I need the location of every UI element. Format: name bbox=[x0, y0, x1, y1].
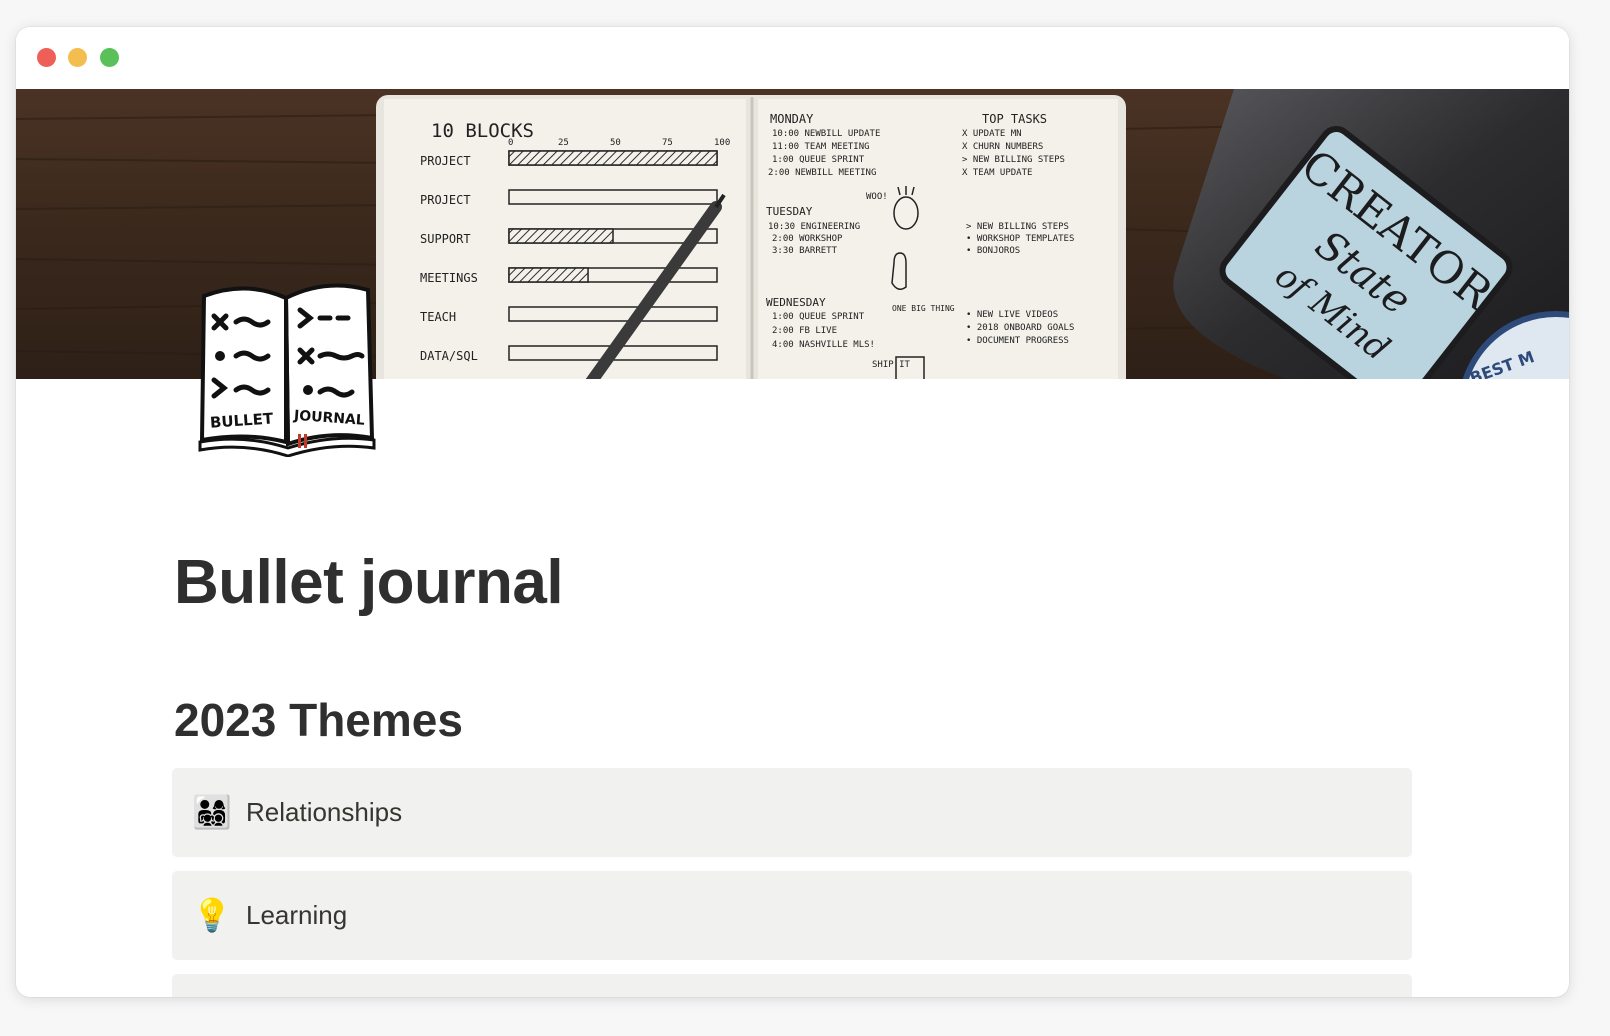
svg-text:50: 50 bbox=[610, 138, 621, 148]
minimize-window-button[interactable] bbox=[68, 48, 87, 67]
notebook-row-bar bbox=[508, 306, 718, 322]
notebook-row-bar bbox=[508, 189, 718, 205]
svg-text:1:00 QUEUE SPRINT: 1:00 QUEUE SPRINT bbox=[772, 155, 865, 165]
svg-text:X TEAM UPDATE: X TEAM UPDATE bbox=[962, 168, 1032, 178]
svg-text:• 2018 ONBOARD GOALS: • 2018 ONBOARD GOALS bbox=[966, 323, 1074, 333]
light-bulb-icon: 💡 bbox=[192, 896, 232, 934]
notebook-row-label: PROJECT bbox=[420, 154, 471, 168]
notebook-row-fill bbox=[508, 228, 614, 244]
svg-text:> NEW BILLING STEPS: > NEW BILLING STEPS bbox=[962, 155, 1065, 165]
notebook-row-label: PROJECT bbox=[420, 193, 471, 207]
theme-card-label: Learning bbox=[246, 900, 348, 930]
svg-text:2:00 FB LIVE: 2:00 FB LIVE bbox=[772, 326, 837, 336]
page-icon[interactable]: BULLET JOURNAL bbox=[196, 272, 378, 458]
section-heading[interactable]: 2023 Themes bbox=[174, 693, 463, 747]
svg-text:1:00 QUEUE SPRINT: 1:00 QUEUE SPRINT bbox=[772, 312, 865, 322]
svg-text:0: 0 bbox=[508, 138, 513, 148]
svg-text:TOP TASKS: TOP TASKS bbox=[982, 112, 1047, 126]
close-window-button[interactable] bbox=[37, 48, 56, 67]
svg-text:ONE BIG THING: ONE BIG THING bbox=[892, 304, 955, 313]
svg-text:100: 100 bbox=[714, 138, 730, 148]
svg-text:75: 75 bbox=[662, 138, 673, 148]
notebook-row-label: DATA/SQL bbox=[420, 349, 478, 363]
svg-text:• DOCUMENT PROGRESS: • DOCUMENT PROGRESS bbox=[966, 336, 1069, 346]
notebook-row-fill bbox=[508, 267, 589, 283]
zoom-window-button[interactable] bbox=[100, 48, 119, 67]
family-icon: 👨‍👩‍👧‍👦 bbox=[192, 793, 232, 831]
notebook-heading: 10 BLOCKS bbox=[431, 120, 534, 142]
bullet-journal-icon: BULLET JOURNAL bbox=[198, 283, 376, 458]
svg-text:10:00 NEWBILL UPDATE: 10:00 NEWBILL UPDATE bbox=[772, 129, 880, 139]
svg-text:> NEW BILLING STEPS: > NEW BILLING STEPS bbox=[966, 222, 1069, 232]
svg-text:2:00 NEWBILL MEETING: 2:00 NEWBILL MEETING bbox=[768, 168, 876, 178]
svg-text:• BONJOROS: • BONJOROS bbox=[966, 246, 1020, 256]
svg-text:11:00 TEAM MEETING: 11:00 TEAM MEETING bbox=[772, 142, 870, 152]
svg-text:4:00 NASHVILLE MLS!: 4:00 NASHVILLE MLS! bbox=[772, 340, 875, 350]
svg-text:2:00 WORKSHOP: 2:00 WORKSHOP bbox=[772, 234, 843, 244]
svg-text:X CHURN NUMBERS: X CHURN NUMBERS bbox=[962, 142, 1043, 152]
notebook-photo: 10 BLOCKS 0 25 50 75 100 PROJECT PROJECT S… bbox=[376, 95, 1126, 379]
notebook-row-label: TEACH bbox=[420, 310, 456, 324]
svg-text:WOO!: WOO! bbox=[866, 192, 888, 202]
theme-card-label: Relationships bbox=[246, 797, 403, 827]
notebook-row-fill bbox=[508, 150, 718, 166]
app-window: 10 BLOCKS 0 25 50 75 100 PROJECT PROJECT S… bbox=[16, 27, 1569, 997]
laptop-photo: CREATOR State of Mind BEST M bbox=[1173, 89, 1569, 379]
window-titlebar bbox=[16, 27, 1569, 89]
svg-text:X UPDATE MN: X UPDATE MN bbox=[962, 129, 1022, 139]
svg-text:WEDNESDAY: WEDNESDAY bbox=[766, 296, 826, 309]
svg-text:10:30 ENGINEERING: 10:30 ENGINEERING bbox=[768, 222, 860, 232]
svg-text:3:30 BARRETT: 3:30 BARRETT bbox=[772, 246, 838, 256]
theme-card-partial[interactable] bbox=[172, 974, 1412, 997]
svg-text:TUESDAY: TUESDAY bbox=[766, 205, 813, 218]
svg-text:MONDAY: MONDAY bbox=[770, 112, 814, 126]
svg-text:• NEW LIVE VIDEOS: • NEW LIVE VIDEOS bbox=[966, 310, 1058, 320]
svg-text:• WORKSHOP TEMPLATES: • WORKSHOP TEMPLATES bbox=[966, 234, 1074, 244]
svg-text:25: 25 bbox=[558, 138, 569, 148]
theme-card-learning[interactable]: 💡 Learning bbox=[172, 871, 1412, 960]
notebook-row-label: SUPPORT bbox=[420, 232, 471, 246]
svg-text:SHIP IT: SHIP IT bbox=[872, 360, 911, 370]
theme-card-relationships[interactable]: 👨‍👩‍👧‍👦 Relationships bbox=[172, 768, 1412, 857]
page-title[interactable]: Bullet journal bbox=[174, 547, 564, 618]
notebook-row-label: MEETINGS bbox=[420, 271, 478, 285]
